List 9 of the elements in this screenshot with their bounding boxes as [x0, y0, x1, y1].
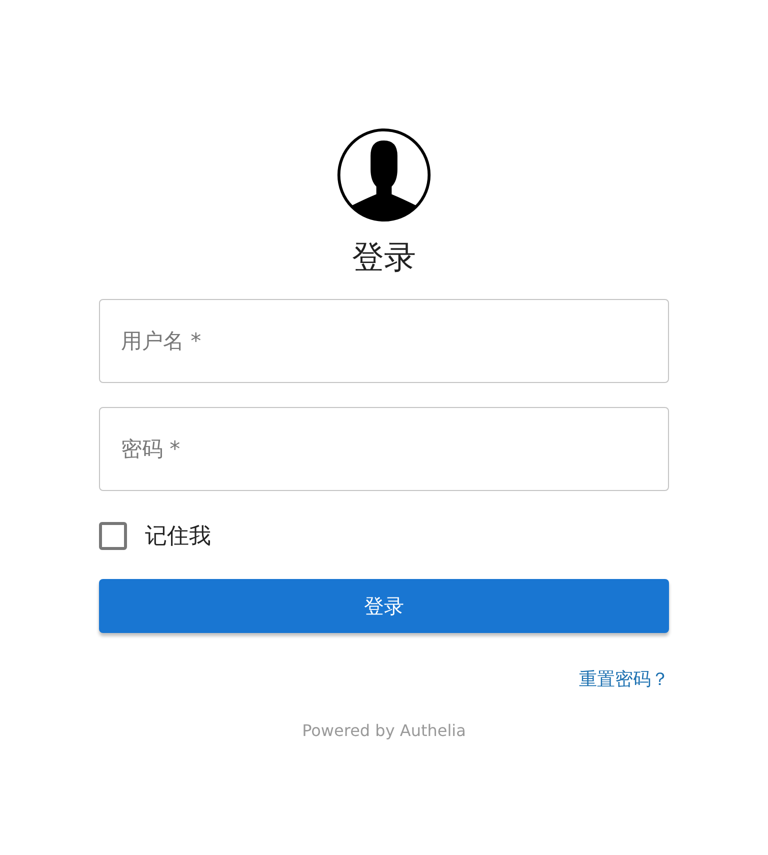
- login-button[interactable]: 登录: [99, 579, 669, 633]
- avatar-icon: [336, 127, 432, 223]
- input-field[interactable]: 密码 *: [99, 407, 669, 491]
- remember-label: 记住我: [145, 523, 211, 551]
- input-field[interactable]: 用户名 *: [99, 299, 669, 383]
- powered-by-text: Powered by Authelia: [302, 721, 466, 740]
- remember-checkbox[interactable]: [99, 522, 127, 550]
- page-title: 登录: [352, 241, 416, 273]
- reset-password-link[interactable]: 重置密码？: [579, 667, 669, 691]
